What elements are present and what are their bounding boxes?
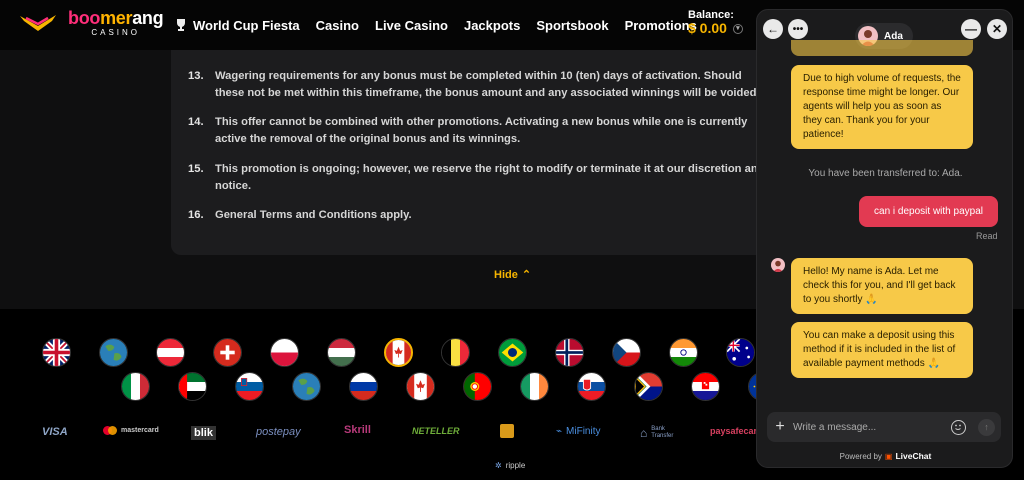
send-button[interactable]: ↑ [978, 418, 995, 436]
canada-flag[interactable] [406, 372, 435, 401]
agent-message: Hello! My name is Ada. Let me check this… [791, 258, 973, 314]
page: boomerang CASINO World Cup Fiesta Casino… [0, 0, 1024, 480]
emoji-button[interactable] [951, 419, 966, 435]
bank-transfer-logo: ⌂ Bank Transfer [640, 425, 674, 440]
livechat-icon: ▣ [884, 451, 893, 461]
mastercard-logo: mastercard [103, 426, 159, 435]
slovakia-flag[interactable] [577, 372, 606, 401]
live-chat-widget: ← ••• Ada — ✕ Due to high volume of requ… [756, 9, 1013, 468]
logo-wordmark: boomerang [68, 8, 164, 28]
uae-flag[interactable] [178, 372, 207, 401]
message-input[interactable] [793, 421, 951, 433]
ireland-flag[interactable] [520, 372, 549, 401]
wallet-logo [500, 424, 514, 438]
balance-display[interactable]: Balance: $ 0.00 ▾ [688, 9, 743, 36]
nav-casino[interactable]: Casino [316, 18, 359, 33]
nav-live-casino[interactable]: Live Casino [375, 18, 448, 33]
skrill-logo: Skrill [344, 424, 371, 436]
visa-logo: VISA [42, 426, 68, 438]
globe-flag[interactable] [99, 338, 128, 367]
arrow-up-icon: ↑ [984, 422, 989, 432]
minimize-icon: — [965, 22, 977, 36]
message-bubble-clipped [791, 40, 973, 56]
canada-flag[interactable] [384, 338, 413, 367]
term-item: 16. General Terms and Conditions apply. [188, 209, 412, 221]
close-button[interactable]: ✕ [987, 19, 1007, 39]
nav-sportsbook[interactable]: Sportsbook [536, 18, 608, 33]
nav-jackpots[interactable]: Jackpots [464, 18, 520, 33]
message-composer: + ↑ [767, 412, 1001, 442]
minimize-button[interactable]: — [961, 19, 981, 39]
plus-icon: + [775, 418, 785, 435]
smile-icon [955, 424, 961, 430]
hungary-flag[interactable] [327, 338, 356, 367]
portugal-flag[interactable] [463, 372, 492, 401]
main-nav: World Cup Fiesta Casino Live Casino Jack… [175, 0, 697, 50]
norway-flag[interactable] [555, 338, 584, 367]
nav-world-cup-fiesta[interactable]: World Cup Fiesta [175, 18, 300, 33]
nav-promotions[interactable]: Promotions [625, 18, 697, 33]
australia-flag[interactable] [726, 338, 755, 367]
globe-flag[interactable] [292, 372, 321, 401]
agent-avatar [771, 258, 785, 272]
read-receipt: Read [976, 231, 998, 241]
logo-subtitle: CASINO [91, 28, 140, 37]
switzerland-flag[interactable] [213, 338, 242, 367]
hide-terms-button[interactable]: Hide ⌃ [494, 268, 532, 282]
mifinity-logo: ⌁ MiFinity [556, 426, 601, 437]
trophy-icon [177, 19, 185, 31]
postepay-logo: postepay [256, 426, 301, 438]
mastercard-icon [103, 426, 117, 435]
term-item: 15. This promotion is ongoing; however, … [188, 163, 765, 192]
transfer-notice: You have been transferred to: Ada. [808, 168, 963, 179]
poland-flag[interactable] [270, 338, 299, 367]
close-icon: ✕ [991, 22, 1003, 36]
agent-message: Due to high volume of requests, the resp… [791, 65, 973, 149]
neteller-logo: NETELLER [412, 426, 460, 436]
balance-amount: $ 0.00 ▾ [688, 20, 743, 36]
term-item: 13. Wagering requirements for any bonus … [188, 70, 760, 99]
bank-icon: ⌂ [640, 425, 648, 440]
agent-message: You can make a deposit using this method… [791, 322, 973, 378]
ripple-logo: ✲ ripple [495, 461, 526, 470]
chevron-up-icon: ⌃ [521, 269, 532, 281]
back-button[interactable]: ← [763, 19, 783, 39]
austria-flag[interactable] [156, 338, 185, 367]
uk-flag[interactable] [42, 338, 71, 367]
belgium-flag[interactable] [441, 338, 470, 367]
india-flag[interactable] [669, 338, 698, 367]
arrow-left-icon: ← [767, 22, 779, 36]
boomerang-icon [18, 12, 62, 34]
wallet-icon [500, 424, 514, 438]
ripple-icon: ✲ [495, 461, 502, 470]
czech-flag[interactable] [612, 338, 641, 367]
croatia-flag[interactable] [691, 372, 720, 401]
paysafecard-logo: paysafecard [710, 426, 763, 436]
mifinity-icon: ⌁ [556, 426, 563, 437]
russia-flag[interactable] [349, 372, 378, 401]
blik-logo: blik [191, 426, 216, 440]
brazil-flag[interactable] [498, 338, 527, 367]
term-item: 14. This offer cannot be combined with o… [188, 116, 748, 145]
chevron-down-icon: ▾ [732, 23, 743, 34]
boomerang-logo[interactable]: boomerang CASINO [18, 8, 164, 37]
slovenia-flag[interactable] [235, 372, 264, 401]
ellipsis-icon: ••• [792, 23, 804, 35]
user-message: can i deposit with paypal [859, 196, 998, 227]
attach-button[interactable]: + [767, 418, 793, 436]
powered-by[interactable]: Powered by ▣ LiveChat [757, 451, 1012, 461]
south-africa-flag[interactable] [634, 372, 663, 401]
italy-flag[interactable] [121, 372, 150, 401]
more-options-button[interactable]: ••• [788, 19, 808, 39]
